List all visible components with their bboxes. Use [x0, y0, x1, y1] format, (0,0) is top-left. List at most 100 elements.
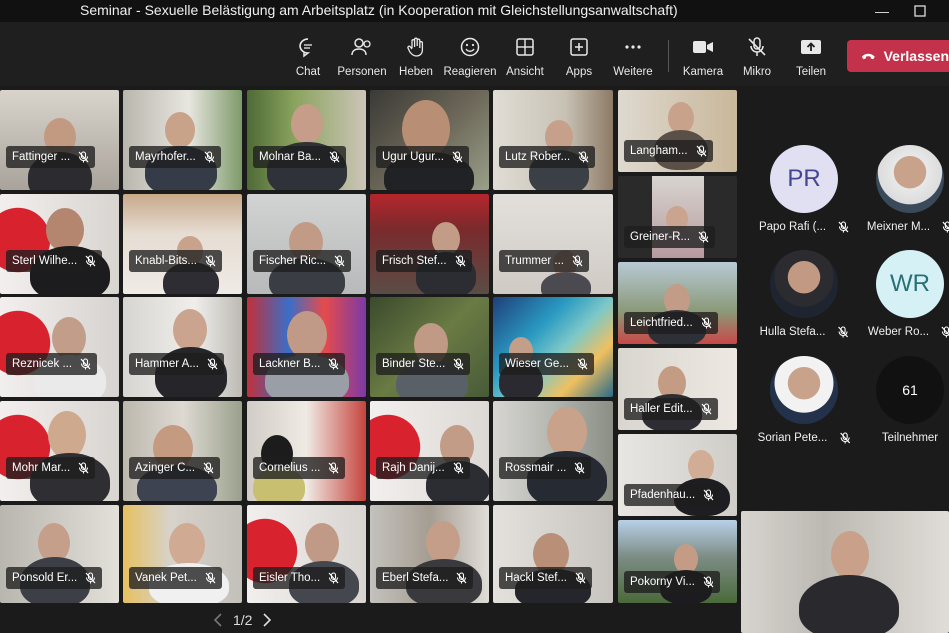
mic-muted-icon: [701, 403, 712, 415]
participant-name: Knabl-Bits...: [135, 255, 197, 267]
video-tile[interactable]: Lackner B...: [247, 297, 366, 397]
video-tile[interactable]: Hammer A...: [123, 297, 242, 397]
mic-muted-icon: [455, 255, 466, 267]
video-tile[interactable]: Hackl Stef...: [493, 505, 613, 603]
mic-muted-icon: [575, 572, 586, 584]
chat-button[interactable]: Chat: [278, 36, 338, 78]
mic-muted-icon: [578, 151, 589, 163]
video-tile[interactable]: Frisch Stef...: [370, 194, 489, 294]
avatar-participant[interactable]: Meixner M...: [867, 145, 949, 240]
avatar-name-row: Hulla Stefa...: [760, 326, 849, 338]
video-tile[interactable]: Leichtfried...: [618, 262, 737, 344]
react-button[interactable]: Reagieren: [440, 36, 500, 78]
mic-muted-icon: [577, 358, 588, 370]
video-tile[interactable]: Binder Ste...: [370, 297, 489, 397]
mic-muted-icon: [78, 462, 89, 474]
participant-name: Leichtfried...: [630, 317, 693, 329]
camera-button[interactable]: Kamera: [673, 36, 733, 78]
video-tile[interactable]: Pfadenhau...: [618, 434, 737, 516]
video-tile[interactable]: Ponsold Er...: [0, 505, 119, 603]
participant-name-chip: Pfadenhau...: [624, 484, 721, 506]
participant-name-chip: Hackl Stef...: [499, 567, 592, 589]
video-tile[interactable]: Knabl-Bits...: [123, 194, 242, 294]
video-tile[interactable]: Rajh Danij...: [370, 401, 489, 501]
participant-face: [291, 104, 323, 144]
video-tile[interactable]: Vanek Pet...: [123, 505, 242, 603]
participant-name-chip: Haller Edit...: [624, 398, 718, 420]
chevron-left-icon[interactable]: [213, 613, 223, 627]
mic-button[interactable]: Mikro: [727, 36, 787, 78]
video-tile[interactable]: Sterl Wilhe...: [0, 194, 119, 294]
video-tile[interactable]: Wieser Ge...: [493, 297, 613, 397]
avatar-participant[interactable]: Hulla Stefa...: [760, 250, 848, 345]
minimize-icon[interactable]: —: [862, 0, 902, 22]
raise-label: Heben: [399, 66, 433, 78]
chevron-right-icon[interactable]: [262, 613, 272, 627]
more-participants-button[interactable]: 61 Teilnehmer: [876, 356, 944, 451]
video-tile[interactable]: Fattinger ...: [0, 90, 119, 190]
participant-name-chip: Fattinger ...: [6, 146, 96, 168]
mic-muted-icon: [941, 326, 949, 338]
video-tile[interactable]: Eberl Stefa...: [370, 505, 489, 603]
mic-muted-icon: [703, 489, 714, 501]
participant-name: Greiner-R...: [630, 231, 691, 243]
video-tile[interactable]: Molnar Ba...: [247, 90, 366, 190]
page-indicator: 1/2: [233, 612, 253, 628]
participant-face: [426, 521, 460, 563]
participant-name: Frisch Stef...: [382, 255, 447, 267]
participant-face: [169, 523, 205, 567]
participant-name-chip: Mohr Mar...: [6, 457, 96, 479]
apps-button[interactable]: Apps: [549, 36, 609, 78]
avatar-participant[interactable]: PR Papo Rafi (...: [759, 145, 849, 240]
participant-name-chip: Frisch Stef...: [376, 250, 472, 272]
video-tile[interactable]: Eisler Tho...: [247, 505, 366, 603]
participant-name: Hackl Stef...: [505, 572, 567, 584]
video-tile[interactable]: Langham...: [618, 90, 737, 172]
video-tile[interactable]: Fischer Ric...: [247, 194, 366, 294]
mic-muted-icon: [85, 255, 96, 267]
persons-button[interactable]: Personen: [332, 36, 392, 78]
video-tile[interactable]: Mayrhofer...: [123, 90, 242, 190]
video-tile[interactable]: Azinger C...: [123, 401, 242, 501]
mic-muted-icon: [328, 358, 339, 370]
participant-name-chip: Vanek Pet...: [129, 567, 222, 589]
video-tile[interactable]: Lutz Rober...: [493, 90, 613, 190]
participant-name-chip: Knabl-Bits...: [129, 250, 222, 272]
chat-label: Chat: [295, 66, 321, 78]
more-label: Weitere: [613, 66, 653, 78]
participant-name: Pokorny Vi...: [630, 576, 695, 588]
more-button[interactable]: Weitere: [603, 36, 663, 78]
participant-name: Ponsold Er...: [12, 572, 78, 584]
participant-name: Eisler Tho...: [259, 572, 321, 584]
video-tile[interactable]: Haller Edit...: [618, 348, 737, 430]
participant-name-chip: Sterl Wilhe...: [6, 250, 103, 272]
mic-muted-icon: [329, 151, 340, 163]
avatar-initials: WR: [876, 250, 944, 318]
video-tile[interactable]: Reznicek ...: [0, 297, 119, 397]
participant-name-chip: Rajh Danij...: [376, 457, 470, 479]
self-view-video[interactable]: [741, 511, 949, 633]
video-tile[interactable]: Mohr Mar...: [0, 401, 119, 501]
video-tile[interactable]: Rossmair ...: [493, 401, 613, 501]
participant-name: Rajh Danij...: [382, 462, 445, 474]
view-button[interactable]: Ansicht: [495, 36, 555, 78]
mic-muted-icon: [838, 221, 849, 233]
video-tile[interactable]: Cornelius ...: [247, 401, 366, 501]
maximize-icon[interactable]: [900, 0, 940, 22]
raise-hand-button[interactable]: Heben: [386, 36, 446, 78]
avatar-participant[interactable]: WR Weber Ro...: [868, 250, 949, 345]
participant-name-chip: Ugur Ugur...: [376, 146, 469, 168]
chat-icon: [299, 38, 312, 58]
leave-button[interactable]: Verlassen: [847, 40, 949, 72]
video-tile[interactable]: Greiner-R...: [618, 176, 737, 258]
share-button[interactable]: Teilen: [781, 36, 841, 78]
avatar-participant[interactable]: Sorian Pete...: [758, 356, 850, 451]
participant-name: Fischer Ric...: [259, 255, 327, 267]
page-navigator: 1/2: [213, 612, 272, 628]
video-tile[interactable]: Trummer ...: [493, 194, 613, 294]
avatar-name-row: Meixner M...: [867, 221, 949, 233]
participant-body: [541, 272, 591, 294]
video-tile[interactable]: Ugur Ugur...: [370, 90, 489, 190]
participant-name: Cornelius ...: [259, 462, 321, 474]
video-tile[interactable]: Pokorny Vi...: [618, 520, 737, 603]
